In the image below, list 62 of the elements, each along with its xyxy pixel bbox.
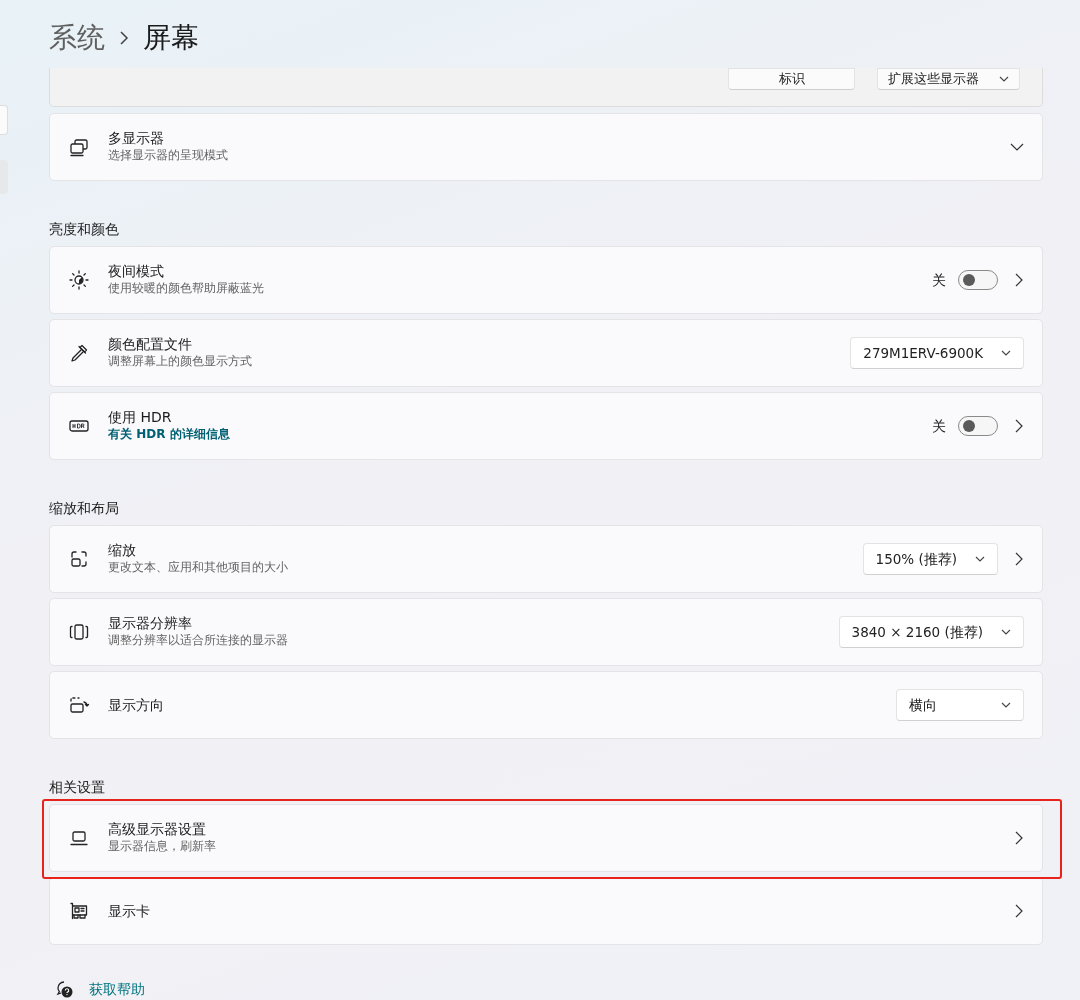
row-title: 颜色配置文件 bbox=[108, 336, 193, 353]
settings-row[interactable]: 颜色配置文件 调整屏幕上的颜色显示方式 279M1ERV-6900K bbox=[49, 319, 1043, 387]
eyedropper-icon bbox=[68, 342, 90, 364]
settings-row[interactable]: 显示器分辨率 调整分辨率以适合所连接的显示器 3840 × 2160 (推荐) bbox=[49, 598, 1043, 666]
caret-icon bbox=[999, 76, 1009, 82]
settings-row[interactable]: 显示卡 bbox=[49, 877, 1043, 945]
monitors-icon bbox=[68, 136, 90, 158]
row-description: 调整分辨率以适合所连接的显示器 bbox=[108, 632, 289, 649]
row-title: 显示器分辨率 bbox=[108, 615, 193, 632]
row-description: 使用较暖的颜色帮助屏蔽蓝光 bbox=[108, 280, 265, 297]
chevron-right-icon bbox=[119, 31, 129, 45]
chevron-right-icon bbox=[1014, 831, 1024, 845]
breadcrumb-parent[interactable]: 系统 bbox=[49, 17, 105, 59]
settings-row[interactable]: 缩放 更改文本、应用和其他项目的大小 150% (推荐) bbox=[49, 525, 1043, 593]
toggle-state-label: 关 bbox=[932, 416, 946, 436]
row-title: 显示方向 bbox=[108, 696, 165, 714]
dropdown[interactable]: 3840 × 2160 (推荐) bbox=[838, 616, 1024, 648]
row-description: 显示器信息，刷新率 bbox=[108, 838, 217, 855]
section-heading: 缩放和布局 bbox=[49, 499, 120, 518]
chevron-down-icon bbox=[1010, 143, 1024, 151]
info-link[interactable]: 有关 HDR 的详细信息 bbox=[108, 426, 932, 443]
toggle-switch[interactable] bbox=[958, 270, 998, 290]
settings-row[interactable]: 显示方向 横向 bbox=[49, 671, 1043, 739]
row-description: 调整屏幕上的颜色显示方式 bbox=[108, 353, 253, 370]
caret-icon bbox=[1001, 629, 1011, 635]
dropdown[interactable]: 150% (推荐) bbox=[862, 543, 998, 575]
chevron-right-icon bbox=[1014, 419, 1024, 433]
chevron-right-icon bbox=[1014, 552, 1024, 566]
row-title: 高级显示器设置 bbox=[108, 821, 207, 838]
row-title: 夜间模式 bbox=[108, 263, 165, 280]
chevron-right-icon bbox=[1014, 904, 1024, 918]
sun-icon bbox=[68, 269, 90, 291]
settings-row[interactable]: 使用 HDR 有关 HDR 的详细信息 关 bbox=[49, 392, 1043, 460]
page-title: 屏幕 bbox=[143, 20, 199, 56]
help-icon bbox=[55, 979, 75, 1000]
settings-row[interactable]: 高级显示器设置 显示器信息，刷新率 bbox=[49, 804, 1043, 872]
settings-row[interactable]: 多显示器 选择显示器的呈现模式 bbox=[49, 113, 1043, 181]
rotate-screen-icon bbox=[68, 694, 90, 716]
help-link[interactable]: 获取帮助 bbox=[89, 979, 145, 1000]
caret-icon bbox=[975, 556, 985, 562]
toggle-switch[interactable] bbox=[958, 416, 998, 436]
section-heading: 亮度和颜色 bbox=[49, 220, 120, 239]
caret-icon bbox=[1001, 350, 1011, 356]
row-title: 缩放 bbox=[108, 542, 137, 559]
display-mode-dropdown[interactable]: 扩展这些显示器 bbox=[877, 68, 1020, 90]
section-heading: 相关设置 bbox=[49, 778, 106, 797]
row-title: 多显示器 bbox=[108, 130, 165, 147]
toggle-state-label: 关 bbox=[932, 270, 946, 290]
row-title: 显示卡 bbox=[108, 902, 151, 920]
dropdown[interactable]: 279M1ERV-6900K bbox=[850, 337, 1024, 369]
dropdown[interactable]: 横向 bbox=[896, 689, 1024, 721]
chevron-right-icon bbox=[1014, 273, 1024, 287]
row-description: 更改文本、应用和其他项目的大小 bbox=[108, 559, 289, 576]
row-description: 选择显示器的呈现模式 bbox=[108, 147, 229, 164]
caret-icon bbox=[1001, 702, 1011, 708]
resolution-icon bbox=[68, 621, 90, 643]
row-title: 使用 HDR bbox=[108, 409, 173, 426]
settings-row[interactable]: 夜间模式 使用较暖的颜色帮助屏蔽蓝光 关 bbox=[49, 246, 1043, 314]
search-field[interactable] bbox=[0, 105, 8, 135]
identify-button[interactable]: 标识 bbox=[728, 68, 855, 90]
graphics-card-icon bbox=[68, 900, 90, 922]
scale-icon bbox=[68, 548, 90, 570]
